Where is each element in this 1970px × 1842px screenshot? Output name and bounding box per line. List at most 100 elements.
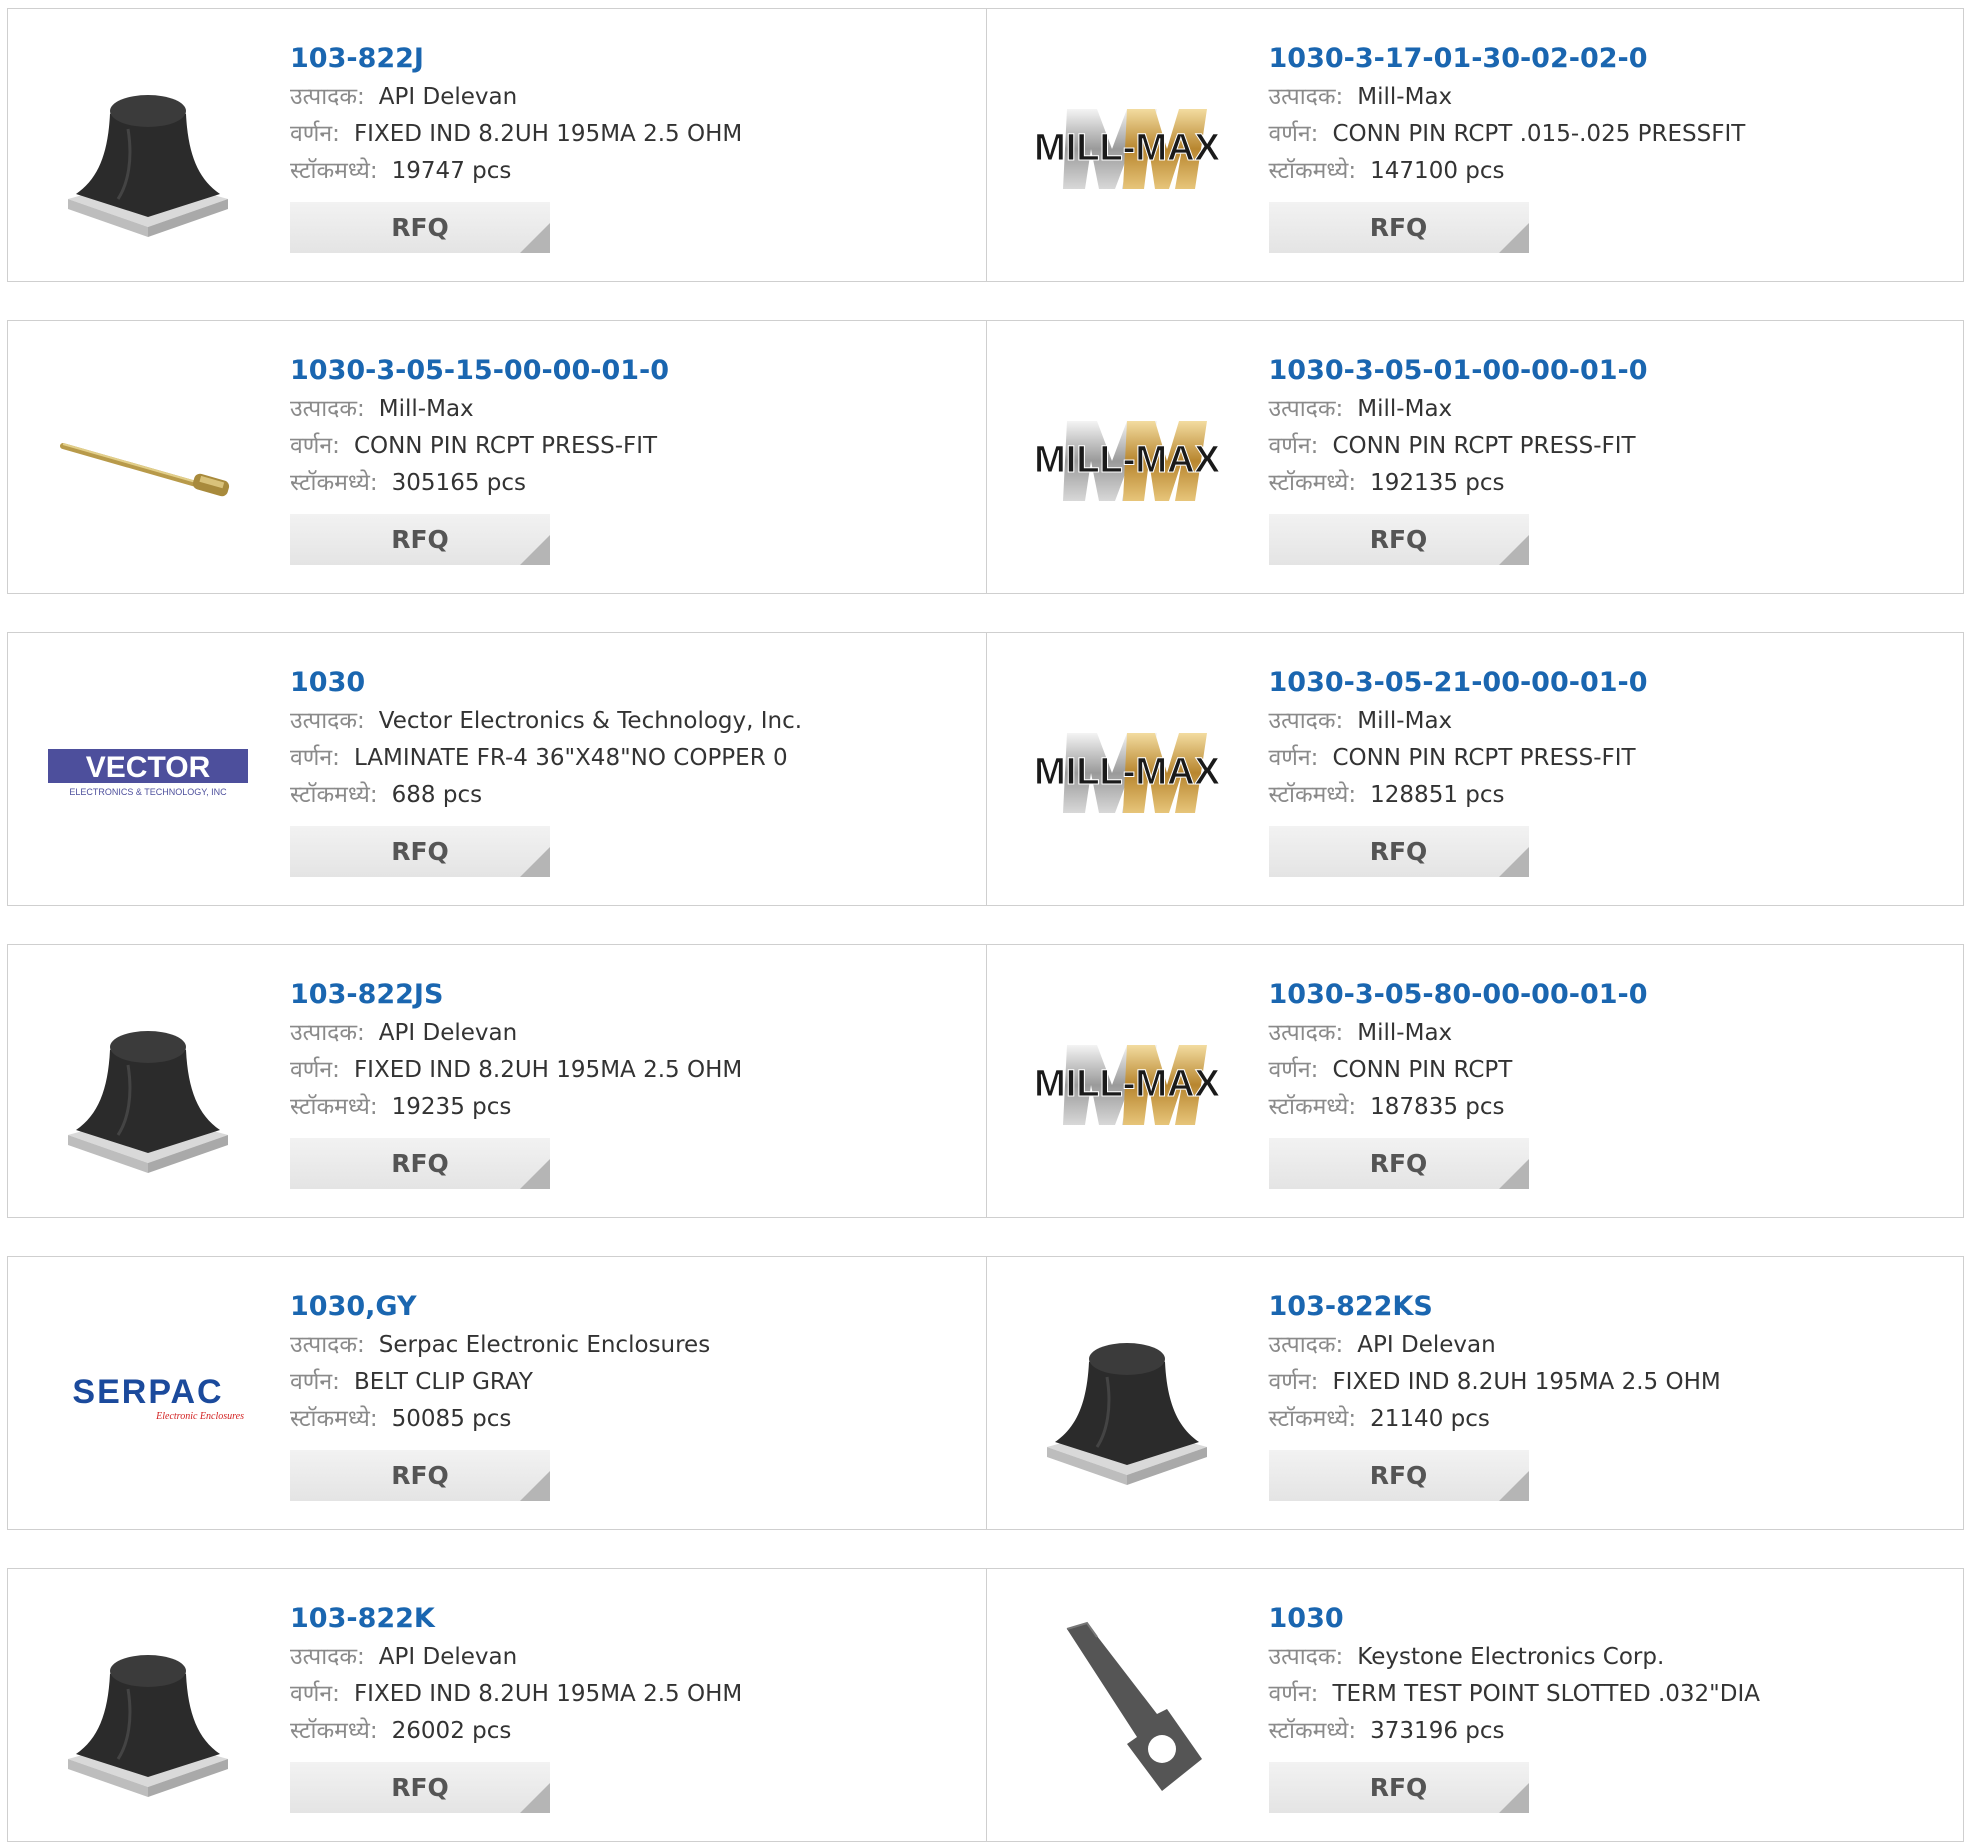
- manufacturer-value: Mill-Max: [1357, 708, 1453, 734]
- rfq-button[interactable]: RFQ: [1268, 1762, 1529, 1813]
- part-number-link[interactable]: 103-822JS: [290, 977, 976, 1015]
- corner-triangle-icon: [1498, 847, 1529, 877]
- rfq-button[interactable]: RFQ: [290, 1138, 550, 1189]
- manufacturer-line: उत्पादक: Vector Electronics & Technology,…: [290, 703, 976, 740]
- description-line: वर्णन: FIXED IND 8.2UH 195MA 2.5 OHM: [1269, 1364, 1954, 1401]
- description-value: FIXED IND 8.2UH 195MA 2.5 OHM: [1332, 1369, 1721, 1395]
- serpac-logo-text: SERPAC: [72, 1373, 223, 1411]
- rfq-button[interactable]: RFQ: [290, 514, 550, 565]
- part-number-link[interactable]: 1030-3-05-01-00-00-01-0: [1269, 353, 1954, 391]
- product-card: MILL-MAX 1030-3-05-80-00-00-01-0 उत्पादक…: [985, 945, 1964, 1217]
- mill-max-logo-text: MILL-MAX: [1034, 1063, 1220, 1105]
- part-number-link[interactable]: 1030-3-05-80-00-00-01-0: [1269, 977, 1954, 1015]
- manufacturer-value: Mill-Max: [1357, 396, 1453, 422]
- manufacturer-line: उत्पादक: Mill-Max: [290, 391, 976, 428]
- part-number-link[interactable]: 1030-3-05-15-00-00-01-0: [290, 353, 976, 391]
- rfq-button[interactable]: RFQ: [1268, 514, 1529, 565]
- description-value: CONN PIN RCPT: [1332, 1057, 1513, 1083]
- part-number-link[interactable]: 1030-3-05-21-00-00-01-0: [1269, 665, 1954, 703]
- product-image[interactable]: MILL-MAX: [1027, 673, 1227, 873]
- manufacturer-line: उत्पादक: Keystone Electronics Corp.: [1269, 1639, 1954, 1676]
- product-card: MILL-MAX 1030-3-17-01-30-02-02-0 उत्पादक…: [985, 9, 1964, 281]
- part-number-link[interactable]: 1030: [290, 665, 976, 703]
- manufacturer-line: उत्पादक: API Delevan: [1269, 1327, 1954, 1364]
- stock-label: स्टॉकमध्ये:: [1268, 470, 1357, 496]
- rfq-button[interactable]: RFQ: [290, 1450, 550, 1501]
- product-info: 1030-3-05-80-00-00-01-0 उत्पादक: Mill-Max…: [1268, 977, 1954, 1189]
- part-number-link[interactable]: 1030: [1269, 1601, 1954, 1639]
- stock-line: स्टॉकमध्ये: 128851 pcs: [1269, 777, 1954, 814]
- corner-triangle-icon: [1498, 223, 1529, 253]
- description-value: FIXED IND 8.2UH 195MA 2.5 OHM: [353, 1057, 743, 1083]
- manufacturer-label: उत्पादक:: [290, 1644, 365, 1670]
- manufacturer-value: Serpac Electronic Enclosures: [378, 1332, 711, 1358]
- description-line: वर्णन: CONN PIN RCPT PRESS-FIT: [1269, 428, 1954, 465]
- rfq-button[interactable]: RFQ: [1268, 1138, 1529, 1189]
- stock-value: 147100 pcs: [1370, 158, 1505, 184]
- rfq-button[interactable]: RFQ: [1268, 1450, 1529, 1501]
- rfq-button-label: RFQ: [391, 1461, 449, 1490]
- description-line: वर्णन: FIXED IND 8.2UH 195MA 2.5 OHM: [290, 1052, 976, 1089]
- rfq-button[interactable]: RFQ: [290, 826, 550, 877]
- part-number-link[interactable]: 1030,GY: [290, 1289, 976, 1327]
- stock-label: स्टॉकमध्ये:: [290, 158, 378, 184]
- manufacturer-label: उत्पादक:: [1268, 396, 1344, 422]
- manufacturer-line: उत्पादक: Mill-Max: [1269, 79, 1954, 116]
- mill-max-logo-text: MILL-MAX: [1034, 751, 1220, 793]
- mill-max-logo-text: MILL-MAX: [1034, 439, 1220, 481]
- rfq-button[interactable]: RFQ: [1268, 202, 1529, 253]
- manufacturer-line: उत्पादक: API Delevan: [290, 1015, 976, 1052]
- description-value: BELT CLIP GRAY: [353, 1369, 533, 1395]
- part-number-link[interactable]: 103-822J: [290, 41, 976, 79]
- product-info: 1030,GY उत्पादक: Serpac Electronic Enclos…: [290, 1289, 976, 1501]
- manufacturer-label: उत्पादक:: [290, 84, 365, 110]
- manufacturer-line: उत्पादक: API Delevan: [290, 1639, 976, 1676]
- product-row: 103-822JS उत्पादक: API Delevan वर्णन: FIXE…: [7, 944, 1964, 1218]
- product-image[interactable]: MILL-MAX: [1027, 985, 1227, 1185]
- manufacturer-label: उत्पादक:: [290, 1332, 365, 1358]
- rfq-button[interactable]: RFQ: [1268, 826, 1529, 877]
- product-image[interactable]: [48, 1609, 248, 1809]
- product-row: 103-822J उत्पादक: API Delevan वर्णन: FIXED…: [7, 8, 1964, 282]
- description-label: वर्णन:: [1268, 1369, 1319, 1395]
- product-image[interactable]: [1027, 1609, 1227, 1809]
- product-image[interactable]: SERPAC Electronic Enclosures: [48, 1297, 248, 1497]
- description-line: वर्णन: FIXED IND 8.2UH 195MA 2.5 OHM: [290, 116, 976, 153]
- stock-value: 128851 pcs: [1370, 782, 1505, 808]
- product-card: SERPAC Electronic Enclosures 1030,GY उत्…: [8, 1257, 986, 1529]
- part-number-link[interactable]: 103-822K: [290, 1601, 976, 1639]
- corner-triangle-icon: [520, 1783, 550, 1813]
- corner-triangle-icon: [1498, 535, 1529, 565]
- inductor-image: [1037, 1307, 1217, 1487]
- product-grid: 103-822J उत्पादक: API Delevan वर्णन: FIXED…: [0, 0, 1970, 1842]
- product-image[interactable]: MILL-MAX: [1027, 361, 1227, 561]
- description-label: वर्णन:: [290, 1057, 340, 1083]
- product-image[interactable]: VECTOR ELECTRONICS & TECHNOLOGY, INC: [48, 673, 248, 873]
- stock-line: स्टॉकमध्ये: 26002 pcs: [290, 1713, 976, 1750]
- part-number-link[interactable]: 1030-3-17-01-30-02-02-0: [1269, 41, 1954, 79]
- product-image[interactable]: MILL-MAX: [1027, 49, 1227, 249]
- stock-label: स्टॉकमध्ये:: [290, 1406, 378, 1432]
- stock-value: 192135 pcs: [1370, 470, 1505, 496]
- stock-line: स्टॉकमध्ये: 19747 pcs: [290, 153, 976, 190]
- part-number-link[interactable]: 103-822KS: [1269, 1289, 1954, 1327]
- description-line: वर्णन: CONN PIN RCPT: [1269, 1052, 1954, 1089]
- corner-triangle-icon: [520, 223, 550, 253]
- product-image[interactable]: [48, 985, 248, 1185]
- product-info: 103-822JS उत्पादक: API Delevan वर्णन: FIXE…: [290, 977, 976, 1189]
- rfq-button-label: RFQ: [391, 837, 449, 866]
- product-card: 103-822KS उत्पादक: API Delevan वर्णन: FIXE…: [985, 1257, 1964, 1529]
- product-image[interactable]: [1027, 1297, 1227, 1497]
- stock-line: स्टॉकमध्ये: 50085 pcs: [290, 1401, 976, 1438]
- stock-value: 305165 pcs: [391, 470, 526, 496]
- rfq-button-label: RFQ: [1369, 525, 1428, 554]
- product-image[interactable]: [48, 361, 248, 561]
- corner-triangle-icon: [520, 535, 550, 565]
- product-info: 1030 उत्पादक: Vector Electronics & Techno…: [290, 665, 976, 877]
- inductor-image: [58, 59, 238, 239]
- corner-triangle-icon: [1498, 1783, 1529, 1813]
- rfq-button[interactable]: RFQ: [290, 202, 550, 253]
- rfq-button[interactable]: RFQ: [290, 1762, 550, 1813]
- description-label: वर्णन:: [1268, 1057, 1319, 1083]
- product-image[interactable]: [48, 49, 248, 249]
